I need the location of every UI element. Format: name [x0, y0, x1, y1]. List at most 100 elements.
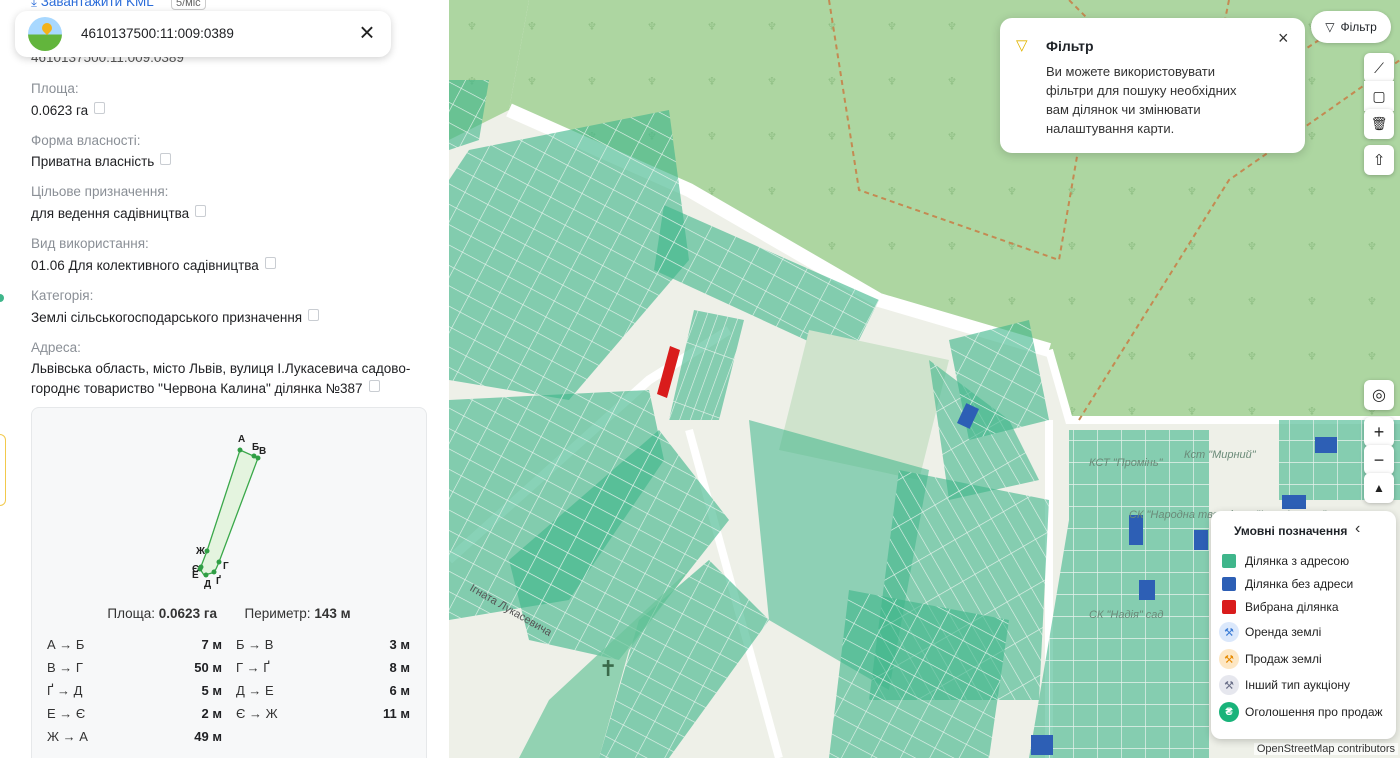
copy-icon[interactable]: [160, 150, 175, 165]
legend-item: Ділянка без адреси: [1222, 577, 1353, 591]
segment-length: 3 м: [389, 637, 410, 652]
legend-item: Ділянка з адресою: [1222, 554, 1349, 568]
close-icon[interactable]: ×: [353, 19, 381, 47]
plot-shape-card: А Б В Г Ґ Д Е Є Ж Площа: 0.0623 га Перим…: [31, 407, 427, 758]
plot-summary: Площа: 0.0623 га Периметр: 143 м: [107, 606, 351, 621]
segment-name: В → Г: [47, 660, 83, 675]
vertex-label: Г: [223, 561, 229, 572]
vertex-label: Є: [192, 564, 199, 575]
vertex-label: В: [259, 446, 266, 457]
segment-length: 49 м: [194, 729, 222, 744]
zoom-out-button[interactable]: −: [1364, 445, 1394, 475]
vertex-a: [237, 447, 243, 453]
usage-label: Вид використання:: [31, 236, 149, 251]
upload-icon: ⇧: [1372, 152, 1386, 169]
minus-icon: −: [1373, 449, 1385, 470]
sale-icon: ⚒: [1219, 649, 1239, 669]
side-edge-indicator: [0, 434, 6, 506]
plot-shape-diagram: А Б В Г Ґ Д Е Є Ж: [192, 434, 266, 590]
area-label: Площа:: [31, 81, 79, 96]
legend-title: Умовні позначення: [1234, 524, 1348, 538]
vertex-label: Ж: [195, 546, 206, 557]
plus-icon: +: [1373, 421, 1385, 442]
legend-item: ⚒ Продаж землі: [1219, 649, 1322, 669]
side-edge-indicator: [0, 294, 4, 302]
segment-name: Ж → А: [47, 729, 88, 744]
vertex-zh: [204, 548, 210, 554]
segment-name: Б → В: [236, 637, 274, 652]
ownership-value: Приватна власність: [31, 150, 175, 169]
copy-icon[interactable]: [368, 377, 383, 392]
place-label: Кст "Мирний": [1184, 449, 1257, 461]
delete-button[interactable]: 🗑: [1364, 109, 1394, 139]
segment-name: Ґ → Д: [47, 683, 83, 698]
legend-panel: Умовні позначення ‹ Ділянка з адресою Ді…: [1211, 511, 1396, 739]
segment-length: 11 м: [383, 706, 410, 721]
vertex-d: [203, 572, 209, 578]
parcel-header-card: 4610137500:11:009:0389 ×: [15, 11, 391, 57]
place-label: КСТ "Промінь": [1089, 457, 1164, 469]
segment-name: А → Б: [47, 637, 85, 652]
cadastral-number[interactable]: 4610137500:11:009:0389: [81, 26, 234, 41]
download-icon: ⤓: [31, 0, 41, 9]
purpose-label: Цільове призначення:: [31, 184, 169, 199]
usage-value: 01.06 Для колективного садівництва: [31, 254, 279, 273]
vertex-ye: [198, 564, 204, 570]
segment-name: Е → Є: [47, 706, 86, 721]
category-label: Категорія:: [31, 288, 94, 303]
polygon-tool-icon: ▢: [1372, 87, 1386, 104]
segment-name: Г → Ґ: [236, 660, 270, 675]
download-limit-badge: 5/міс: [170, 0, 206, 10]
legend-item: ₴ Оголошення про продаж: [1219, 702, 1383, 722]
vertex-g: [216, 559, 222, 565]
legend-item: ⚒ Інший тип аукціону: [1219, 675, 1350, 695]
filter-button[interactable]: ▽ Фільтр: [1311, 11, 1391, 43]
close-icon[interactable]: ×: [1278, 28, 1289, 49]
copy-icon[interactable]: [308, 306, 323, 321]
segment-length: 6 м: [389, 683, 410, 698]
copy-icon[interactable]: [264, 254, 279, 269]
compass-icon: ▲: [1373, 481, 1385, 495]
vertex-label: А: [238, 434, 245, 445]
purpose-value: для ведення садівництва: [31, 202, 210, 221]
locate-icon: ◎: [1372, 387, 1386, 404]
segment-length: 50 м: [194, 660, 222, 675]
address-label: Адреса:: [31, 340, 81, 355]
category-value: Землі сільськогосподарського призначення: [31, 306, 323, 325]
auction-icon: ⚒: [1219, 675, 1239, 695]
chevron-left-icon[interactable]: ‹: [1355, 520, 1360, 538]
line-tool-icon: ⟋: [1374, 59, 1384, 76]
segment-length: 5 м: [201, 683, 222, 698]
vertex-g2: [211, 569, 217, 575]
locate-button[interactable]: ◎: [1364, 380, 1394, 410]
zoom-in-button[interactable]: +: [1364, 417, 1394, 447]
funnel-icon: ▽: [1325, 20, 1335, 34]
parcel-info-panel: ⤓ Завантажити KML 5/міс 4610137500:11:00…: [0, 0, 450, 758]
tooltip-text: Ви можете використовувати фільтри для пош…: [1046, 64, 1237, 136]
segment-length: 2 м: [201, 706, 222, 721]
copy-icon[interactable]: [195, 202, 210, 217]
filter-tooltip: ▽ Фільтр × Ви можете використовувати філь…: [1000, 18, 1305, 153]
parcel-logo-icon: [28, 17, 62, 51]
download-kml-link[interactable]: ⤓ Завантажити KML 5/міс: [31, 0, 206, 10]
segment-name: Є → Ж: [236, 706, 278, 721]
tooltip-title: Фільтр: [1046, 38, 1094, 54]
funnel-icon: ▽: [1016, 37, 1028, 54]
area-value: 0.0623 га: [31, 99, 109, 118]
attribution[interactable]: OpenStreetMap contributors: [1253, 743, 1398, 755]
draw-line-button[interactable]: ⟋: [1364, 53, 1394, 83]
segment-length: 8 м: [389, 660, 410, 675]
place-label: СК "Надія" сад: [1089, 609, 1164, 621]
swatch: [1222, 600, 1236, 614]
trash-icon: 🗑: [1370, 116, 1388, 131]
copy-icon[interactable]: [94, 99, 109, 114]
lease-icon: ⚒: [1219, 622, 1239, 642]
vertex-label: Ґ: [216, 574, 221, 587]
draw-polygon-button[interactable]: ▢: [1364, 81, 1394, 111]
svg-text:✝: ✝: [599, 657, 617, 682]
share-button[interactable]: ⇧: [1364, 145, 1394, 175]
swatch: [1222, 577, 1236, 591]
legend-item: ⚒ Оренда землі: [1219, 622, 1321, 642]
legend-item: Вибрана ділянка: [1222, 600, 1339, 614]
compass-button[interactable]: ▲: [1364, 473, 1394, 503]
